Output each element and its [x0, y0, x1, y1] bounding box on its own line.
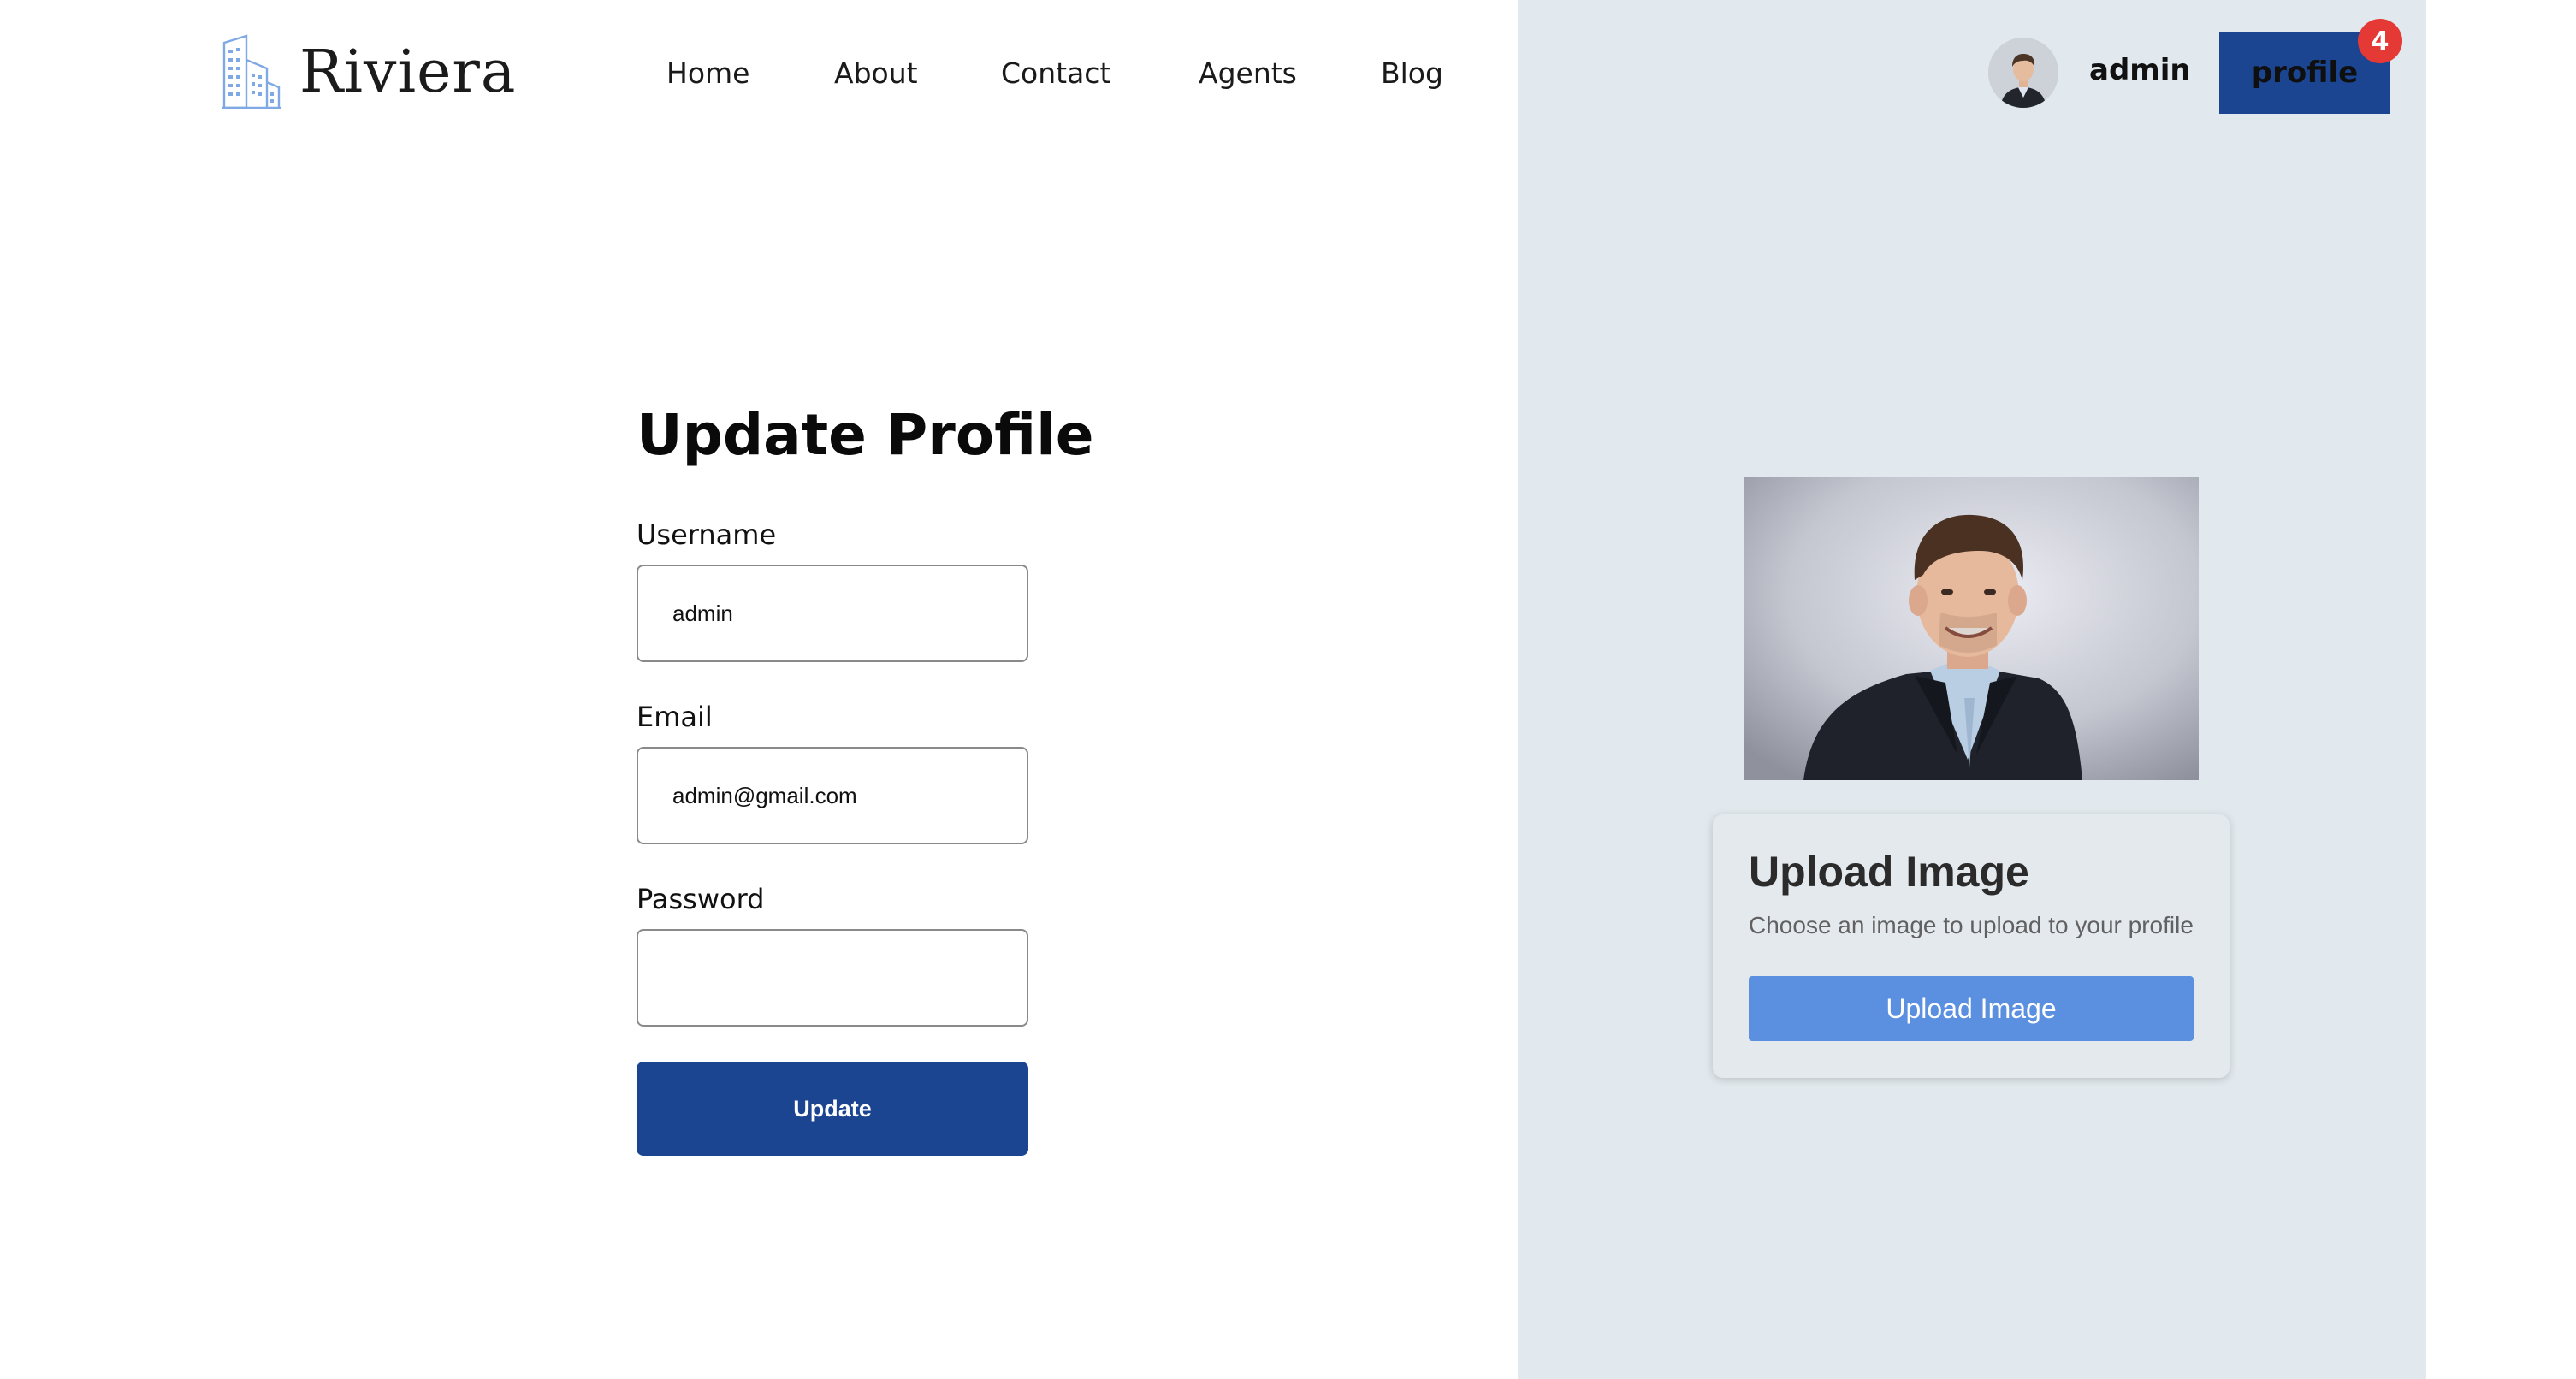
avatar-portrait-icon [1988, 38, 2058, 108]
upload-title: Upload Image [1749, 848, 2029, 896]
nav-contact-link[interactable]: Contact [1001, 56, 1110, 90]
nav-home-link[interactable]: Home [666, 56, 749, 90]
nav-agents-link[interactable]: Agents [1199, 56, 1297, 90]
username-input[interactable] [637, 565, 1028, 662]
brand-logo[interactable]: Riviera [221, 33, 516, 111]
email-input[interactable] [637, 747, 1028, 844]
page-title: Update Profile [637, 402, 1094, 468]
upload-card: Upload Image Choose an image to upload t… [1713, 814, 2230, 1078]
user-avatar[interactable] [1988, 38, 2058, 108]
upload-image-button[interactable]: Upload Image [1749, 976, 2194, 1041]
username-label: Username [637, 518, 777, 551]
nav-about-link[interactable]: About [834, 56, 918, 90]
update-button[interactable]: Update [637, 1062, 1028, 1156]
brand-name: Riviera [299, 38, 517, 106]
password-label: Password [637, 883, 765, 915]
notification-badge: 4 [2358, 19, 2402, 63]
password-input[interactable] [637, 929, 1028, 1027]
user-name[interactable]: admin [2089, 53, 2191, 87]
upload-description: Choose an image to upload to your profil… [1749, 912, 2194, 938]
building-icon [222, 34, 281, 109]
person-portrait-icon [1744, 477, 2199, 780]
profile-photo [1744, 477, 2199, 780]
nav-blog-link[interactable]: Blog [1381, 56, 1443, 90]
email-label: Email [637, 701, 713, 733]
page: Riviera Home About Contact Agents Blog a… [0, 0, 2576, 1379]
